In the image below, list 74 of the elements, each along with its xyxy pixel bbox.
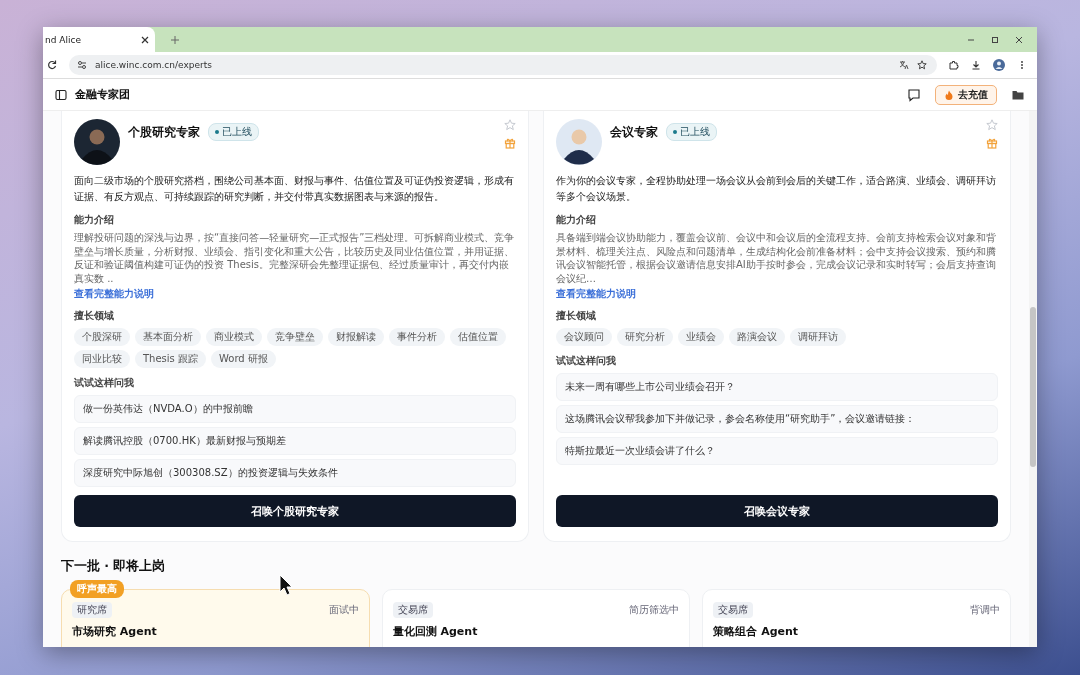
suggested-question[interactable]: 特斯拉最近一次业绩会讲了什么？: [556, 437, 998, 465]
popular-badge: 呼声最高: [70, 580, 124, 598]
bookmark-star-icon[interactable]: [917, 60, 927, 70]
domain-tag: 调研拜访: [790, 328, 846, 346]
site-settings-icon[interactable]: [77, 60, 87, 70]
status-badge: 已上线: [208, 123, 259, 141]
full-capability-link[interactable]: 查看完整能力说明: [556, 287, 998, 301]
capability-text: 理解投研问题的深浅与边界，按“直接问答—轻量研究—正式报告”三档处理。可拆解商业模式、竞争壁垒与增长质量，分析财报、业绩会、指引变化和重大公告，比较历史及同业估值位置，并用证据、反证和验证阈值构建可证伪的投资 Thesis。完整深研会先整理证据包、经过质量审计，再交付内嵌真实数 ..: [74, 231, 516, 285]
domain-tag: 事件分析: [389, 328, 445, 346]
domain-tag: Word 研报: [211, 350, 276, 368]
domain-tag: 估值位置: [450, 328, 506, 346]
seat-tag: 交易席: [713, 602, 754, 618]
section-title: 下一批 · 即将上岗: [61, 558, 167, 575]
suggested-question[interactable]: 解读腾讯控股（0700.HK）最新财报与预期差: [74, 427, 516, 455]
close-icon[interactable]: [141, 35, 149, 44]
extension-icon[interactable]: [949, 60, 959, 70]
favorite-star-icon[interactable]: [986, 119, 998, 131]
maximize-icon[interactable]: [991, 35, 999, 44]
domain-tag: 同业比较: [74, 350, 130, 368]
close-icon[interactable]: [1015, 35, 1023, 44]
agent-name: 策略组合 Agent: [713, 624, 800, 639]
summon-button[interactable]: 召唤会议专家: [556, 495, 998, 527]
summon-button[interactable]: 召唤个股研究专家: [74, 495, 516, 527]
suggested-question[interactable]: 深度研究中际旭创（300308.SZ）的投资逻辑与失效条件: [74, 459, 516, 487]
expert-description: 面向二级市场的个股研究搭档，围绕公司基本面、财报与事件、估值位置及可证伪投资逻辑，形成有证据、有反方观点、可持续跟踪的研究判断，并交付带真实数据图表与来源的报告。: [74, 174, 515, 204]
avatar-icon: [556, 119, 602, 165]
section-heading: 擅长领域: [556, 309, 597, 323]
reload-icon[interactable]: [47, 60, 57, 70]
agent-status: 面试中: [328, 603, 359, 617]
new-tab-icon[interactable]: [171, 35, 179, 44]
section-heading: 擅长领域: [74, 309, 115, 323]
profile-avatar-icon[interactable]: [993, 59, 1005, 71]
expert-description: 作为你的会议专家，全程协助处理一场会议从会前到会后的关键工作，适合路演、业绩会、调研拜访等多个会议场景。: [556, 174, 997, 204]
app-title: 金融专家团: [75, 87, 130, 102]
suggested-question[interactable]: 未来一周有哪些上市公司业绩会召开？: [556, 373, 998, 401]
agent-status: 背调中: [970, 603, 1000, 617]
domain-tag: 商业模式: [206, 328, 262, 346]
agent-status: 简历筛选中: [629, 603, 680, 617]
section-heading: 能力介绍: [74, 213, 115, 227]
agent-name: 量化回测 Agent: [392, 624, 479, 639]
domain-tag: 会议顾问: [556, 328, 612, 346]
domain-tag: 基本面分析: [135, 328, 201, 346]
flame-icon: [944, 89, 954, 100]
domain-tag: 研究分析: [617, 328, 673, 346]
domain-tag: 财报解读: [328, 328, 384, 346]
address-bar[interactable]: alice.winc.com.cn/experts: [69, 55, 937, 75]
status-badge: 已上线: [666, 123, 717, 141]
avatar-icon: [74, 119, 120, 165]
domain-tag: 业绩会: [678, 328, 724, 346]
domain-tag: Thesis 跟踪: [135, 350, 206, 368]
agent-name: 市场研究 Agent: [72, 624, 158, 639]
seat-tag: 交易席: [392, 602, 433, 618]
suggested-question[interactable]: 这场腾讯会议帮我参加下并做记录，参会名称使用“研究助手”，会议邀请链接：: [556, 405, 998, 433]
scrollbar[interactable]: [1029, 111, 1037, 647]
section-heading: 试试这样问我: [74, 376, 135, 390]
browser-tab[interactable]: nd Alice: [43, 27, 155, 52]
suggested-question[interactable]: 做一份英伟达（NVDA.O）的中报前瞻: [74, 395, 516, 423]
favorite-star-icon[interactable]: [504, 119, 516, 131]
download-icon[interactable]: [971, 60, 981, 70]
section-heading: 能力介绍: [556, 213, 597, 227]
expert-name: 个股研究专家: [128, 123, 200, 141]
capability-text: 具备端到端会议协助能力，覆盖会议前、会议中和会议后的全流程支持。会前支持检索会议对象和背景材料、梳理关注点、风险点和问题清单，生成结构化会前准备材料；会中支持会议搜索、预约和腾讯会议智能托管，根据会议邀请信息安排AI助手按时参会，完成会议记录和实时转写；会后支持查询会议纪…: [556, 231, 997, 285]
mouse-cursor-icon: [279, 574, 293, 596]
full-capability-link[interactable]: 查看完整能力说明: [74, 287, 516, 301]
section-heading: 试试这样问我: [556, 354, 617, 368]
expert-name: 会议专家: [610, 123, 658, 141]
chat-icon[interactable]: [907, 87, 921, 102]
domain-tag: 路演会议: [729, 328, 785, 346]
seat-tag: 研究席: [72, 602, 112, 618]
domain-tag: 竞争壁垒: [267, 328, 323, 346]
domain-tag: 个股深研: [74, 328, 130, 346]
sidebar-toggle-icon[interactable]: [55, 88, 67, 101]
translate-icon[interactable]: [899, 60, 909, 70]
recharge-button[interactable]: 去充值: [935, 84, 997, 105]
